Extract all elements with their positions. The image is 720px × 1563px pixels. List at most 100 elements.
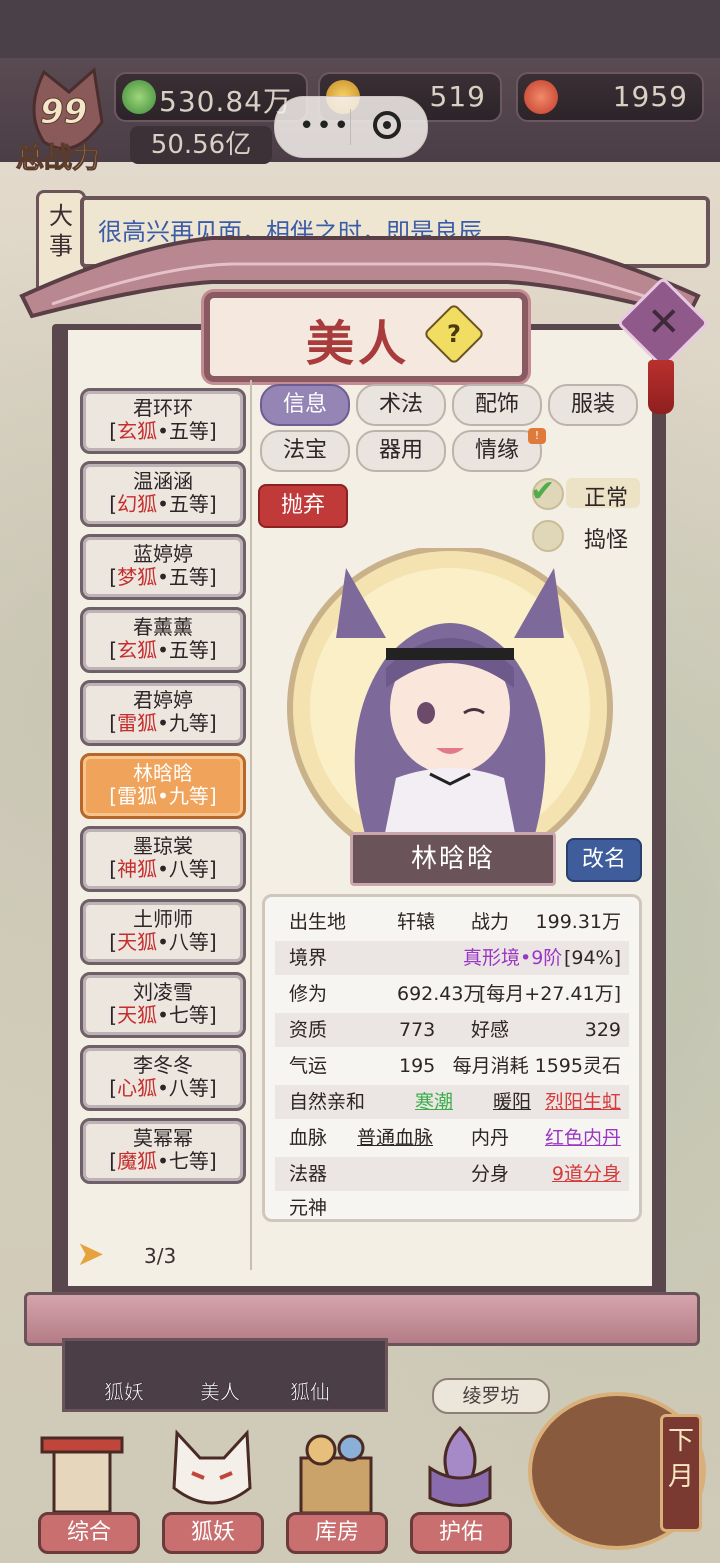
storehouse-icon (299, 1434, 373, 1515)
character-grade: •八等 (157, 930, 209, 954)
info-row-cultivation: 修为 692.43万 [每月+27.41万] (275, 977, 629, 1011)
character-list-item[interactable]: 蓝婷婷 [梦狐•五等] (80, 534, 246, 600)
character-type: 雷狐 (117, 711, 158, 735)
capsule-divider (350, 109, 351, 145)
subtab-beauty[interactable]: 美人 (200, 1376, 241, 1405)
bracket-close: ] (208, 565, 217, 589)
close-miniprogram-icon[interactable] (373, 111, 401, 139)
character-name: 蓝婷婷 (133, 542, 193, 566)
aptitude-label: 资质 (289, 1019, 328, 1041)
next-month-label: 下月 (668, 1426, 695, 1492)
character-list-item[interactable]: 春薰薰 [玄狐•五等] (80, 607, 246, 673)
birthplace-label: 出生地 (289, 911, 347, 933)
bloodline-link[interactable]: 普通血脉 (357, 1121, 433, 1155)
character-list-item[interactable]: 君环环 [玄狐•五等] (80, 388, 246, 454)
character-list-item[interactable]: 温涵涵 [幻狐•五等] (80, 461, 246, 527)
help-icon: ? (447, 320, 461, 348)
nav-fox-demon[interactable]: 狐妖 (162, 1512, 264, 1554)
bracket-open: [ (109, 1003, 118, 1027)
character-name: 刘凌雪 (133, 980, 193, 1004)
bracket-close: ] (208, 1149, 217, 1173)
character-grade: •五等 (157, 492, 209, 516)
realm-progress: [94%] (563, 947, 621, 969)
character-grade: •七等 (157, 1003, 209, 1027)
character-rank: [神狐•八等] (83, 857, 243, 881)
tab-utensils[interactable]: 器用 (356, 430, 446, 472)
peach-icon (524, 80, 558, 114)
character-grade: •七等 (157, 1149, 209, 1173)
nav-storehouse[interactable]: 库房 (286, 1512, 388, 1554)
tab-info[interactable]: 信息 (260, 384, 350, 426)
page-arrow-icon[interactable]: ➤ (76, 1236, 112, 1272)
nav-protection[interactable]: 护佑 (410, 1512, 512, 1554)
more-icon[interactable]: ••• (299, 111, 351, 141)
rename-button[interactable]: 改名 (566, 838, 642, 882)
character-grade: •五等 (157, 638, 209, 662)
bracket-open: [ (109, 492, 118, 516)
character-grade: •五等 (157, 565, 209, 589)
check-icon: ✔ (530, 474, 556, 509)
info-row-luck: 气运 195 每月消耗 1595灵石 (275, 1049, 629, 1083)
help-button[interactable]: ? (422, 302, 486, 366)
character-list-item[interactable]: 墨琼裳 [神狐•八等] (80, 826, 246, 892)
character-list-item[interactable]: 李冬冬 [心狐•八等] (80, 1045, 246, 1111)
peach-counter[interactable]: 1959 (516, 72, 704, 122)
bracket-close: ] (208, 857, 217, 881)
character-type: 玄狐 (117, 638, 158, 662)
character-list-item[interactable]: 莫幂幂 [魔狐•七等] (80, 1118, 246, 1184)
subtab-fox-demon[interactable]: 狐妖 (104, 1376, 145, 1405)
character-type: 梦狐 (117, 565, 158, 589)
artifact-label: 法器 (289, 1163, 328, 1185)
bracket-close: ] (208, 1076, 217, 1100)
affinity-rainbow-link[interactable]: 烈阳生虹 (545, 1085, 621, 1119)
miniprogram-capsule[interactable]: ••• (274, 96, 428, 158)
character-list-item[interactable]: 君婷婷 [雷狐•九等] (80, 680, 246, 746)
info-row-bloodline: 血脉 普通血脉 内丹 红色内丹 (275, 1121, 629, 1155)
core-link[interactable]: 红色内丹 (545, 1121, 621, 1155)
tab-treasure[interactable]: 法宝 (260, 430, 350, 472)
gold-value: 519 (429, 80, 486, 113)
panel-title: 美人 (306, 316, 411, 372)
soul-label: 元神 (289, 1197, 328, 1219)
subtab-fox-immortal[interactable]: 狐仙 (290, 1376, 331, 1405)
clone-link[interactable]: 9道分身 (552, 1157, 621, 1191)
character-rank: [雷狐•九等] (83, 711, 243, 735)
abandon-button[interactable]: 抛弃 (258, 484, 348, 528)
bracket-close: ] (208, 638, 217, 662)
bracket-open: [ (109, 711, 118, 735)
bracket-open: [ (109, 565, 118, 589)
power-label: 战力 (471, 911, 510, 933)
character-list-item[interactable]: 林晗晗 [雷狐•九等] (80, 753, 246, 819)
luck-value: 195 (399, 1055, 436, 1077)
info-row-affinity: 自然亲和 寒潮 暖阳 烈阳生虹 (275, 1085, 629, 1119)
info-row-birthplace: 出生地 轩辕 战力 199.31万 (275, 905, 629, 939)
bracket-close: ] (208, 419, 217, 443)
gate-icon (40, 1436, 124, 1514)
player-level-badge[interactable]: 99 总战力 (14, 62, 124, 175)
character-list-item[interactable]: 土师师 [天狐•八等] (80, 899, 246, 965)
character-type: 天狐 (117, 1003, 158, 1027)
realm-label: 境界 (289, 947, 328, 969)
character-portrait (287, 548, 613, 838)
lotus-icon (428, 1425, 492, 1507)
tab-skills[interactable]: 术法 (356, 384, 446, 426)
cultivation-monthly: [每月+27.41万] (478, 983, 621, 1005)
character-type: 神狐 (117, 857, 158, 881)
peach-value: 1959 (612, 80, 688, 113)
spirit-stone-icon (122, 80, 156, 114)
character-list-item[interactable]: 刘凌雪 [天狐•七等] (80, 972, 246, 1038)
nav-overview[interactable]: 综合 (38, 1512, 140, 1554)
info-row-aptitude: 资质 773 好感 329 (275, 1013, 629, 1047)
next-month-button[interactable]: 下月 (660, 1414, 702, 1532)
info-row-realm: 境界 真形境•9阶 [94%] (275, 941, 629, 975)
tassel-ornament (648, 360, 674, 414)
bracket-open: [ (109, 857, 118, 881)
tab-clothing[interactable]: 服装 (548, 384, 638, 426)
mode-normal-label: 正常 (584, 486, 629, 511)
tab-accessories[interactable]: 配饰 (452, 384, 542, 426)
affinity-warm-link[interactable]: 暖阳 (493, 1085, 531, 1119)
character-type: 玄狐 (117, 419, 158, 443)
affinity-cold-link[interactable]: 寒潮 (415, 1085, 453, 1119)
info-row-artifact: 法器 分身 9道分身 (275, 1157, 629, 1191)
location-label[interactable]: 绫罗坊 (432, 1378, 550, 1414)
